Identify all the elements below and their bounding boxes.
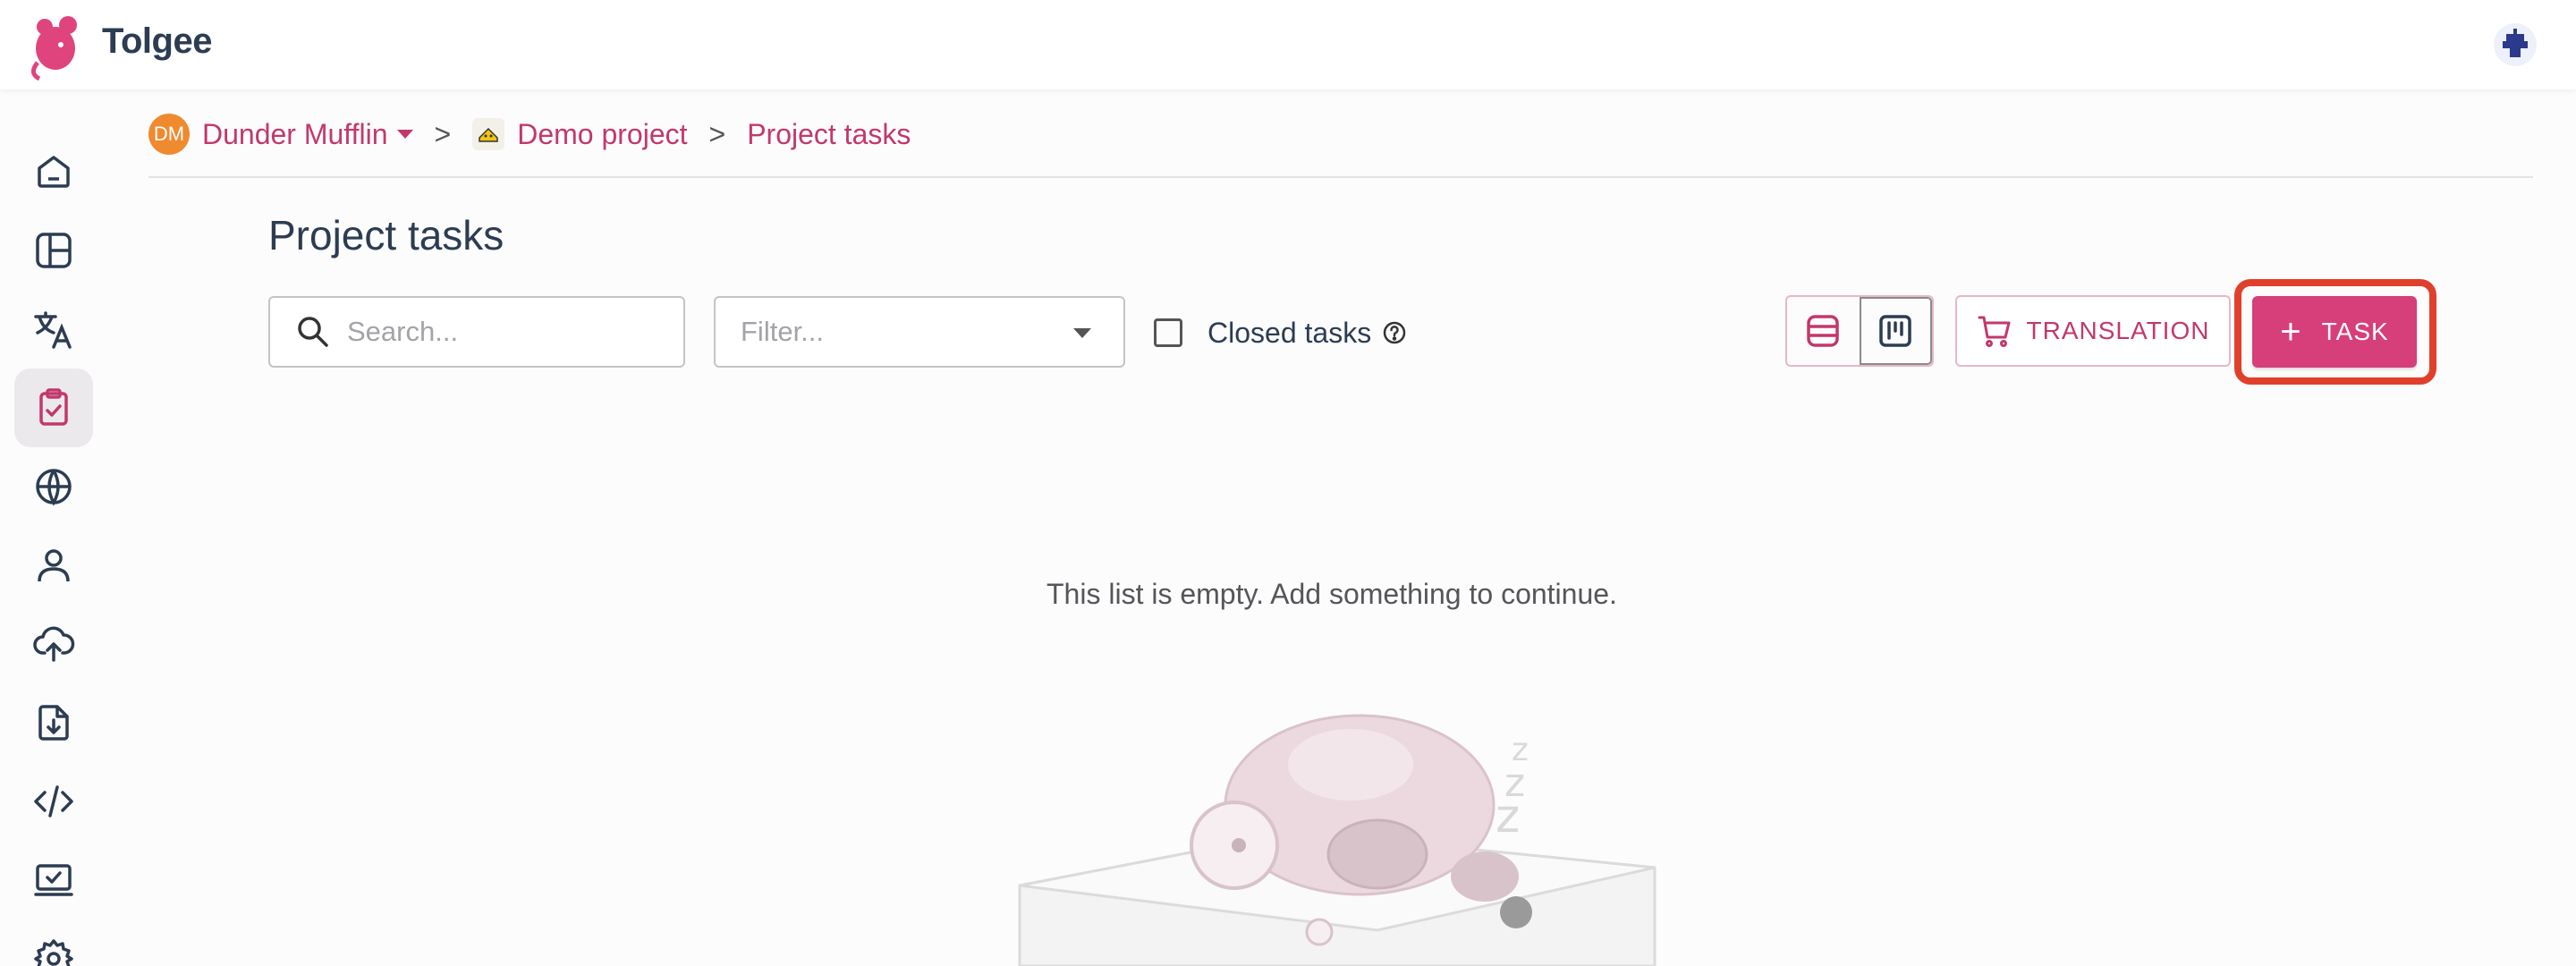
search-input[interactable] (347, 316, 669, 348)
sidebar (0, 89, 107, 966)
svg-text:z: z (1496, 790, 1520, 843)
filter-placeholder: Filter... (741, 316, 825, 347)
help-icon[interactable] (1382, 320, 1407, 345)
translation-button-label: TRANSLATION (2026, 317, 2210, 344)
caret-down-icon[interactable] (396, 130, 413, 139)
page-title: Project tasks (268, 212, 504, 258)
board-view-button[interactable] (1859, 297, 1932, 365)
tolgee-logo-icon[interactable] (25, 9, 88, 80)
filter-select[interactable]: Filter... (714, 296, 1125, 368)
breadcrumb-separator: > (434, 117, 452, 150)
search-field[interactable] (268, 296, 685, 368)
sidebar-item-translations[interactable] (14, 290, 93, 369)
list-view-button[interactable] (1787, 297, 1860, 365)
tasks-icon (39, 388, 68, 426)
list-view-icon (1807, 315, 1840, 347)
upload-icon (33, 626, 75, 662)
project-avatar-icon (472, 118, 505, 150)
task-button-label: TASK (2321, 318, 2389, 345)
sidebar-item-export[interactable] (14, 683, 93, 762)
dashboard-icon (36, 233, 72, 268)
closed-tasks-toggle: Closed tasks (1154, 313, 1407, 352)
sidebar-item-integrate[interactable] (14, 841, 93, 919)
sidebar-item-home[interactable] (14, 132, 93, 211)
add-task-button[interactable]: + TASK (2252, 296, 2417, 368)
sidebar-item-dashboard[interactable] (14, 211, 93, 290)
globe-icon (36, 469, 72, 506)
view-toggle (1785, 295, 1934, 367)
translate-icon (34, 311, 72, 349)
breadcrumb-org[interactable]: Dunder Mufflin (202, 118, 388, 151)
checklist-icon (34, 864, 73, 896)
sidebar-item-languages[interactable] (14, 447, 93, 526)
top-bar: Tolgee (0, 0, 2576, 89)
org-avatar[interactable]: DM (148, 114, 190, 155)
home-icon (38, 156, 70, 188)
search-icon (298, 317, 328, 347)
breadcrumb: DM Dunder Mufflin > Demo project > Proje… (148, 111, 911, 157)
user-identicon-icon (2503, 29, 2528, 57)
header-divider (148, 176, 2533, 178)
sidebar-item-settings[interactable] (14, 919, 93, 966)
sleeping-mouse-illustration: z z z (1018, 714, 1657, 966)
user-avatar[interactable] (2494, 23, 2537, 66)
closed-tasks-checkbox[interactable] (1154, 318, 1182, 347)
closed-tasks-label[interactable]: Closed tasks (1208, 317, 1371, 350)
empty-list-message: This list is empty. Add something to con… (1046, 578, 1617, 610)
plus-icon: + (2280, 312, 2302, 352)
breadcrumb-separator: > (708, 117, 726, 150)
cart-icon (1978, 316, 2011, 347)
board-view-icon (1879, 315, 1912, 347)
sidebar-item-members[interactable] (14, 526, 93, 605)
dropdown-arrow-icon (1073, 328, 1091, 338)
export-icon (38, 705, 69, 741)
settings-icon (34, 939, 73, 966)
app-name[interactable]: Tolgee (102, 21, 212, 62)
sidebar-item-developer[interactable] (14, 762, 93, 841)
breadcrumb-current[interactable]: Project tasks (747, 118, 911, 151)
add-translation-task-button[interactable]: TRANSLATION (1955, 295, 2231, 367)
breadcrumb-project[interactable]: Demo project (517, 118, 687, 151)
code-icon (34, 785, 73, 818)
user-icon (38, 549, 70, 582)
sidebar-item-import[interactable] (14, 605, 93, 683)
sidebar-item-tasks[interactable] (14, 369, 93, 447)
